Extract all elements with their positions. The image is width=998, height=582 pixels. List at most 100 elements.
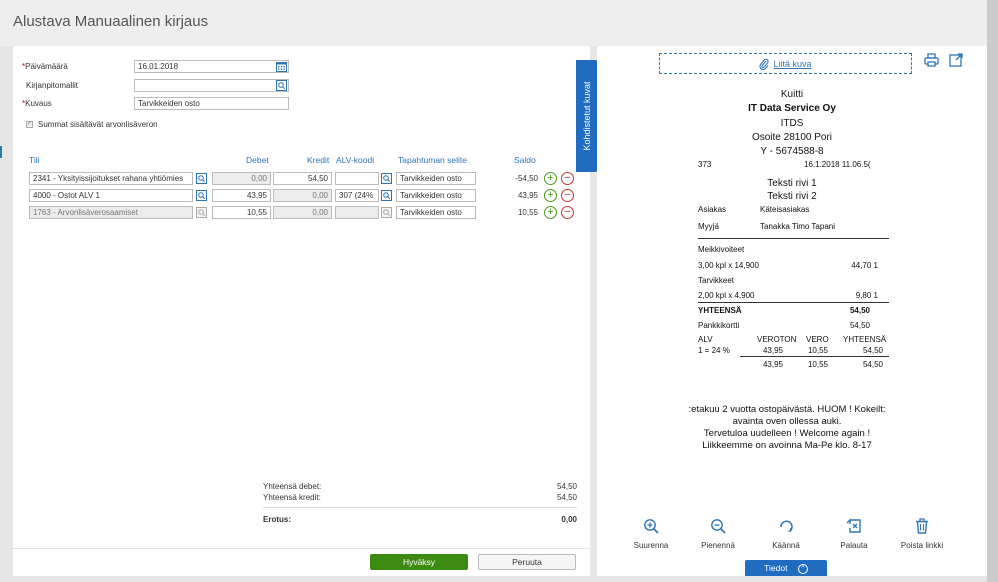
- vat-total-cell: 54,50: [862, 360, 883, 369]
- account-input[interactable]: 4000 - Ostot ALV 1: [29, 189, 193, 202]
- credit-input[interactable]: 0,00: [273, 206, 332, 219]
- receipt-item-sum: 9,80 1: [855, 291, 878, 300]
- credit-input[interactable]: 0,00: [273, 189, 332, 202]
- difference-label: Erotus:: [263, 515, 291, 524]
- vat-header: VEROTON: [757, 335, 797, 344]
- lookup-icon[interactable]: [381, 207, 392, 218]
- remove-row-icon[interactable]: −: [561, 189, 574, 202]
- receipt-rule: [698, 238, 889, 239]
- receipt-business-id: Y - 5674588-8: [760, 146, 824, 157]
- zoom-out-button[interactable]: Pienennä: [687, 518, 749, 550]
- details-button[interactable]: Tiedot ^: [745, 560, 827, 576]
- scrollbar[interactable]: [987, 0, 998, 582]
- receipt-number: 373: [698, 160, 712, 169]
- description-label: *Kuvaus: [22, 99, 52, 108]
- print-icon[interactable]: [924, 53, 939, 69]
- date-label: *Päivämäärä: [22, 62, 68, 71]
- zoom-in-button[interactable]: Suurenna: [620, 518, 682, 550]
- account-input[interactable]: 1763 - Arvonlisäverosaamiset: [29, 206, 193, 219]
- lookup-icon[interactable]: [196, 173, 207, 184]
- remove-link-label: Poista linkki: [900, 541, 944, 550]
- page-title: Alustava Manuaalinen kirjaus: [13, 13, 209, 30]
- header-vat: ALV-koodi: [336, 155, 375, 165]
- receipt-rule: [740, 356, 889, 357]
- receipt-total-label: YHTEENSÄ: [698, 306, 742, 315]
- row-description-input[interactable]: Tarvikkeiden osto: [396, 172, 476, 185]
- header-credit: Kredit: [307, 155, 330, 165]
- remove-row-icon[interactable]: −: [561, 206, 574, 219]
- row-balance: -54,50: [515, 174, 538, 183]
- row-description-input[interactable]: Tarvikkeiden osto: [396, 189, 476, 202]
- receipt-line: Kuitti: [780, 89, 804, 100]
- lookup-icon[interactable]: [381, 190, 392, 201]
- attach-image-button[interactable]: Liitä kuva: [659, 53, 912, 74]
- vat-cell: 1 = 24 %: [698, 346, 730, 355]
- remove-row-icon[interactable]: −: [561, 172, 574, 185]
- checkbox-icon[interactable]: ✓: [26, 121, 33, 128]
- vat-code-input[interactable]: [335, 206, 379, 219]
- vat-header: VERO: [806, 335, 829, 344]
- lookup-icon[interactable]: [196, 190, 207, 201]
- vat-included-label: Summat sisältävät arvonlisäveron: [38, 120, 158, 129]
- receipt-company: IT Data Service Oy: [748, 103, 836, 114]
- receipt-payment-value: 54,50: [849, 321, 870, 330]
- receipt-line: ITDS: [780, 118, 804, 129]
- zoom-in-label: Suurenna: [633, 541, 669, 550]
- receipt-total-value: 54,50: [849, 306, 870, 315]
- receipt-item-qty: 3,00 kpl x 14,900: [698, 261, 759, 270]
- debit-input[interactable]: 0,00: [212, 172, 271, 185]
- receipt-text-row: Teksti rivi 2: [767, 191, 817, 202]
- description-input[interactable]: Tarvikkeiden osto: [134, 97, 289, 110]
- receipt-datetime: 16.1.2018 11.06.5(: [804, 160, 871, 169]
- lookup-icon[interactable]: [381, 173, 392, 184]
- vat-total-cell: 43,95: [762, 360, 783, 369]
- vat-code-input[interactable]: [335, 172, 379, 185]
- cancel-button[interactable]: Peruuta: [478, 554, 576, 570]
- date-input[interactable]: 16.01.2018: [134, 60, 289, 73]
- rotate-label: Käännä: [772, 541, 800, 550]
- row-description-input[interactable]: Tarvikkeiden osto: [396, 206, 476, 219]
- add-row-icon[interactable]: +: [544, 172, 557, 185]
- receipt-customer-value: Käteisasiakas: [760, 205, 810, 214]
- totals-divider: [263, 507, 577, 508]
- zoom-out-label: Pienennä: [701, 541, 735, 550]
- restore-button[interactable]: Palauta: [823, 518, 885, 550]
- open-external-icon[interactable]: [949, 53, 964, 69]
- add-row-icon[interactable]: +: [544, 189, 557, 202]
- header-balance: Saldo: [514, 155, 536, 165]
- footer-divider: [13, 548, 590, 549]
- row-balance: 10,55: [517, 208, 538, 217]
- remove-link-button[interactable]: Poista linkki: [891, 518, 953, 550]
- total-debit-value: 54,50: [556, 482, 577, 491]
- row-balance: 43,95: [517, 191, 538, 200]
- approve-button[interactable]: Hyväksy: [370, 554, 468, 570]
- account-input[interactable]: 2341 - Yksityissijoitukset rahana yhtiöm…: [29, 172, 193, 185]
- add-row-icon[interactable]: +: [544, 206, 557, 219]
- total-debit-label: Yhteensä debet:: [263, 482, 322, 491]
- vat-included-checkbox[interactable]: ✓ Summat sisältävät arvonlisäveron: [26, 120, 158, 129]
- debit-input[interactable]: 43,95: [212, 189, 271, 202]
- receipt-group: Meikkivoiteet: [698, 245, 745, 254]
- linked-images-tab[interactable]: Kohdistetut kuvat: [576, 60, 598, 172]
- vat-code-input[interactable]: 307 (24%: [335, 189, 379, 202]
- credit-input[interactable]: 54,50: [273, 172, 332, 185]
- header-account: Tili: [29, 155, 40, 165]
- lookup-icon[interactable]: [196, 207, 207, 218]
- receipt-item-qty: 2,00 kpl x 4,900: [698, 291, 755, 300]
- rotate-icon: [780, 520, 793, 533]
- zoom-in-icon: [644, 519, 659, 534]
- rotate-button[interactable]: Käännä: [755, 518, 817, 550]
- zoom-out-icon: [711, 519, 726, 534]
- receipt-payment-label: Pankkikortti: [698, 321, 740, 330]
- linked-images-tab-label: Kohdistetut kuvat: [582, 81, 592, 151]
- template-input[interactable]: [134, 79, 289, 92]
- row-marker: [0, 146, 2, 158]
- details-label: Tiedot: [764, 563, 788, 573]
- debit-input[interactable]: 10,55: [212, 206, 271, 219]
- vat-cell: 54,50: [862, 346, 883, 355]
- receipt-footer-line: avainta oven ollessa auki.: [732, 416, 842, 427]
- lookup-icon[interactable]: [276, 80, 287, 91]
- trash-icon: [916, 518, 928, 534]
- attach-image-label: Liitä kuva: [773, 58, 812, 69]
- calendar-icon[interactable]: [276, 61, 287, 72]
